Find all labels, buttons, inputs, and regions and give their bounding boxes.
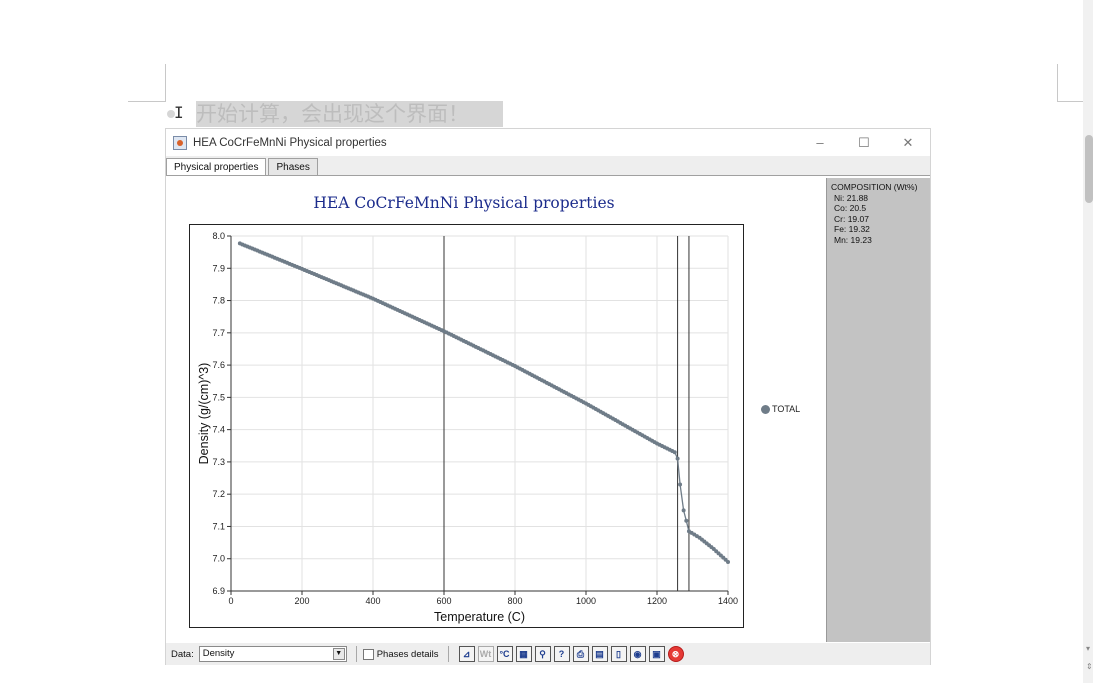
- legend-marker-icon: [761, 404, 770, 414]
- window-titlebar[interactable]: HEA CoCrFeMnNi Physical properties – ☐ ✕: [166, 129, 930, 156]
- minimize-button[interactable]: –: [798, 129, 842, 156]
- chevron-down-icon[interactable]: ▼: [332, 648, 345, 660]
- data-point: [675, 456, 680, 461]
- composition-mn: Mn: 19.23: [834, 234, 872, 245]
- table-icon[interactable]: ▦: [515, 646, 532, 662]
- save-icon[interactable]: ▣: [648, 646, 665, 662]
- window-title: HEA CoCrFeMnNi Physical properties: [193, 136, 387, 149]
- y-tick-label: 7.7: [212, 328, 225, 338]
- page-corner-right-vertical: [1057, 64, 1058, 102]
- close-window-button[interactable]: ✕: [886, 129, 930, 156]
- legend-label-total: TOTAL: [772, 404, 801, 414]
- document-scrollbar[interactable]: [1083, 0, 1093, 683]
- composition-cr: Cr: 19.07: [834, 213, 869, 224]
- y-tick-label: 7.5: [212, 392, 225, 402]
- y-tick-label: 7.1: [212, 521, 225, 531]
- bottom-toolbar: Data: Density ▼ Phases details ⊿ Wt °C ▦ ⚲? ⎙…: [166, 643, 930, 665]
- plot-icon[interactable]: ⊿: [458, 646, 475, 662]
- page-corner-right-horizontal: [1057, 101, 1083, 102]
- y-tick-label: 7.9: [212, 263, 225, 273]
- page-icon[interactable]: ▯: [610, 646, 627, 662]
- clipboard-icon[interactable]: ▤: [591, 646, 608, 662]
- maximize-button[interactable]: ☐: [842, 129, 886, 156]
- x-axis-label: Temperature (C): [434, 610, 525, 624]
- scroll-extra-icon[interactable]: ⇕: [1086, 662, 1093, 671]
- y-axis-label: Density (g/(cm)^3): [197, 363, 211, 465]
- data-select[interactable]: Density ▼: [198, 646, 347, 662]
- document-instruction-text[interactable]: 开始计算，会出现这个界面！: [196, 101, 503, 127]
- x-tick-label: 1000: [576, 596, 596, 606]
- composition-co: Co: 20.5: [834, 203, 867, 213]
- celsius-icon[interactable]: °C: [496, 646, 513, 662]
- java-app-icon: [173, 135, 187, 150]
- x-tick-label: 1400: [718, 596, 738, 606]
- page-corner-left-vertical: [165, 64, 166, 102]
- tab-physical-properties[interactable]: Physical properties: [166, 158, 267, 176]
- series-line-total: [239, 242, 729, 563]
- density-chart[interactable]: 0 200 400 600 800 1000 1200 1400 6.9 7.0 7.1 7.2 7.3…: [190, 225, 743, 627]
- composition-header: COMPOSITION (Wt%): [831, 182, 918, 192]
- data-point: [681, 508, 686, 513]
- text-cursor-icon: I: [174, 103, 184, 122]
- y-tick-label: 7.8: [212, 296, 225, 306]
- scroll-down-icon[interactable]: ▾: [1086, 644, 1090, 653]
- wt-icon[interactable]: Wt: [477, 646, 494, 662]
- chart-title: HEA CoCrFeMnNi Physical properties: [313, 194, 615, 212]
- plot-frame: 0 200 400 600 800 1000 1200 1400 6.9 7.0 7.1 7.2 7.3…: [189, 224, 744, 628]
- x-tick-label: 800: [507, 596, 522, 606]
- y-tick-label: 7.0: [212, 554, 225, 564]
- tool-buttons: ⊿ Wt °C ▦ ⚲? ⎙ ▤ ▯ ◉ ▣ ⊗: [458, 646, 687, 662]
- chart-legend: TOTAL: [761, 404, 800, 414]
- y-tick-label: 7.4: [212, 425, 225, 435]
- data-point: [678, 482, 683, 487]
- physical-properties-window: HEA CoCrFeMnNi Physical properties – ☐ ✕…: [165, 128, 931, 665]
- x-tick-label: 0: [228, 596, 233, 606]
- tab-phases[interactable]: Phases: [268, 158, 318, 176]
- composition-ni: Ni: 21.88: [834, 192, 869, 203]
- page-corner-left-horizontal: [128, 101, 166, 102]
- zoom-icon[interactable]: ⚲: [534, 646, 551, 662]
- toolbar-separator: [355, 646, 357, 662]
- x-tick-label: 200: [294, 596, 309, 606]
- composition-fe: Fe: 19.32: [834, 224, 870, 234]
- data-select-value: Density: [202, 648, 235, 659]
- y-tick-label: 7.2: [212, 489, 225, 499]
- y-tick-label: 7.6: [212, 360, 225, 370]
- data-point: [684, 518, 689, 523]
- x-tick-label: 600: [436, 596, 451, 606]
- y-tick-label: 6.9: [212, 586, 225, 596]
- phases-details-label[interactable]: Phases details: [377, 649, 439, 660]
- x-tick-label: 400: [365, 596, 380, 606]
- chart-panel: HEA CoCrFeMnNi Physical properties 0 200 4…: [166, 175, 930, 643]
- close-icon[interactable]: ⊗: [667, 646, 684, 662]
- data-point: [672, 450, 677, 455]
- help-icon[interactable]: ?: [553, 646, 570, 662]
- y-tick-label: 7.3: [212, 457, 225, 467]
- x-tick-label: 1200: [647, 596, 667, 606]
- camera-icon[interactable]: ◉: [629, 646, 646, 662]
- document-scroll-thumb[interactable]: [1085, 135, 1093, 203]
- data-label: Data:: [171, 648, 194, 660]
- phases-details-checkbox[interactable]: [362, 648, 374, 660]
- tab-strip: Physical properties Phases: [166, 158, 320, 176]
- data-point: [726, 559, 730, 564]
- y-tick-label: 8.0: [212, 231, 225, 241]
- print-icon[interactable]: ⎙: [572, 646, 589, 662]
- composition-panel: COMPOSITION (Wt%) Ni: 21.88 Co: 20.5 Cr:…: [826, 178, 930, 642]
- toolbar-separator: [447, 646, 449, 662]
